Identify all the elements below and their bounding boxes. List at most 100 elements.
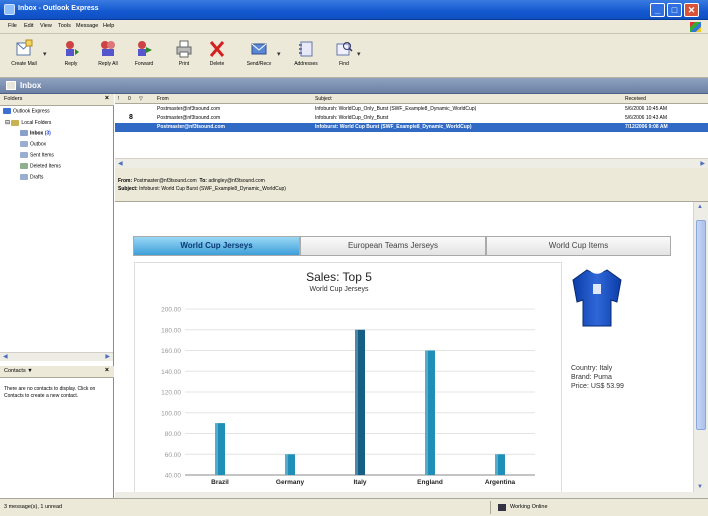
message-subject: Infobursh: WorldCup_Only_Burst (SWF_Exam… [315, 106, 477, 112]
menu-view[interactable]: View [40, 23, 52, 29]
local-folders-icon [11, 119, 20, 126]
create-mail-dropdown-icon[interactable]: ▾ [43, 50, 47, 58]
folder-outbox[interactable]: Outbox [20, 141, 46, 147]
menu-bar: File Edit View Tools Message Help [0, 20, 708, 34]
preview-subject: Infoburst: World Cup Burst (SWF_Example8… [139, 186, 286, 192]
menu-tools[interactable]: Tools [58, 23, 71, 29]
message-subject: Infobursh: WorldCup_Only_Burst [315, 115, 389, 121]
product-price: Price: US$ 53.99 [571, 383, 624, 390]
preview-from-line: From: Postmaster@nf3tsound.com To: ading… [118, 178, 265, 184]
reply-all-button[interactable]: Reply All [92, 36, 124, 76]
scroll-up-icon[interactable]: ▲ [697, 204, 703, 210]
create-mail-icon [16, 39, 33, 56]
folders-header-label: Folders [4, 96, 23, 102]
close-button[interactable]: ✕ [684, 3, 699, 17]
scroll-left-icon[interactable]: ◀ [3, 353, 8, 360]
preview-subject-line: Subject: Infoburst: World Cup Burst (SWF… [118, 186, 286, 192]
tab-european-teams-jerseys[interactable]: European Teams Jerseys [300, 236, 486, 256]
find-button[interactable]: Find [332, 36, 356, 76]
product-brand: Brand: Puma [571, 374, 612, 381]
menu-file[interactable]: File [8, 23, 17, 29]
bar-highlight [495, 454, 498, 475]
message-from: Postmaster@nf3tsound.com [157, 106, 221, 112]
window-title: Inbox - Outlook Express [18, 5, 99, 12]
scroll-right-icon[interactable]: ▶ [700, 160, 705, 167]
contacts-empty-message: There are no contacts to display. Click … [4, 386, 96, 399]
reply-all-icon [101, 41, 115, 56]
folder-outlook-express[interactable]: Outlook Express [3, 108, 50, 114]
message-row[interactable]: 8 Postmaster@nf3tsound.com Infobursh: Wo… [115, 114, 708, 123]
create-mail-button[interactable]: Create Mail [6, 36, 42, 76]
subject-column[interactable]: Subject [315, 96, 332, 102]
attachment-column[interactable]: 0 [128, 96, 131, 102]
inbox-icon [6, 81, 16, 90]
tab-world-cup-items[interactable]: World Cup Items [486, 236, 671, 256]
priority-column[interactable]: ! [118, 96, 119, 102]
close-contacts-icon[interactable]: × [105, 367, 109, 374]
forward-button[interactable]: Forward [128, 36, 160, 76]
windows-logo-icon [690, 22, 701, 32]
sales-chart: Sales: Top 5 World Cup Jerseys 40.00 60.00 8… [134, 262, 562, 502]
y-tick-label: 140.00 [161, 369, 181, 376]
bar-highlight [285, 454, 288, 475]
contacts-header-label[interactable]: Contacts ▼ [4, 368, 33, 374]
jersey-image [572, 269, 622, 327]
message-row-selected[interactable]: Postmaster@nf3tsound.com Infoburst: Worl… [115, 123, 708, 132]
folder-deleted-items[interactable]: Deleted Items [20, 163, 61, 169]
preview-header: From: Postmaster@nf3tsound.com To: ading… [115, 174, 708, 202]
bar-highlight [425, 350, 428, 475]
folder-local-folders[interactable]: ⊟ Local Folders [5, 119, 51, 126]
message-received: 5/6/2006 10:45 AM [625, 106, 667, 112]
preview-vscrollbar[interactable]: ▲ ▼ [693, 202, 708, 492]
message-list-header: ! 0 ▽ From Subject Received [115, 94, 708, 104]
scroll-down-icon[interactable]: ▼ [697, 484, 703, 490]
title-bar: Inbox - Outlook Express _ □ ✕ [0, 0, 708, 20]
scroll-left-icon[interactable]: ◀ [118, 160, 123, 167]
menu-message[interactable]: Message [76, 23, 98, 29]
online-icon [498, 504, 506, 511]
status-message-count: 3 message(s), 1 unread [4, 504, 63, 510]
addresses-button[interactable]: Addresses [288, 36, 324, 76]
menu-edit[interactable]: Edit [24, 23, 33, 29]
delete-button[interactable]: Delete [204, 36, 230, 76]
find-dropdown-icon[interactable]: ▾ [357, 50, 361, 58]
scroll-right-icon[interactable]: ▶ [105, 353, 110, 360]
folder-inbox[interactable]: Inbox (3) [20, 130, 51, 136]
bar-chart-svg: Sales: Top 5 World Cup Jerseys 40.00 60.00 8… [161, 270, 535, 486]
outlook-express-icon [3, 108, 11, 114]
y-tick-label: 180.00 [161, 327, 181, 334]
outlook-express-icon [4, 4, 15, 15]
tab-world-cup-jerseys[interactable]: World Cup Jerseys [133, 236, 300, 256]
address-book-icon [299, 41, 313, 57]
preview-to: adingley@nf3tsound.com [208, 178, 265, 184]
scroll-thumb[interactable] [696, 220, 706, 430]
folders-hscrollbar[interactable]: ◀ ▶ [0, 352, 113, 361]
message-list-hscrollbar[interactable]: ◀ ▶ [115, 158, 708, 168]
status-divider [490, 501, 491, 514]
chart-title: Sales: Top 5 [306, 270, 372, 284]
send-receive-dropdown-icon[interactable]: ▾ [277, 50, 281, 58]
menu-help[interactable]: Help [103, 23, 114, 29]
status-bar: 3 message(s), 1 unread Working Online [0, 498, 708, 516]
folder-drafts[interactable]: Drafts [20, 174, 43, 180]
minimize-button[interactable]: _ [650, 3, 665, 17]
message-body: World Cup Jerseys European Teams Jerseys… [115, 202, 693, 502]
message-from: Postmaster@nf3tsound.com [157, 124, 225, 130]
preview-from: Postmaster@nf3tsound.com [133, 178, 197, 184]
product-country: Country: Italy [571, 365, 613, 372]
x-tick-label: Italy [353, 479, 366, 486]
y-tick-label: 200.00 [161, 307, 181, 314]
folder-sent-items[interactable]: Sent Items [20, 152, 54, 158]
chart-subtitle: World Cup Jerseys [309, 286, 369, 293]
flag-column[interactable]: ▽ [139, 96, 143, 102]
maximize-button[interactable]: □ [667, 3, 682, 17]
send-receive-button[interactable]: Send/Recv [242, 36, 276, 76]
print-button[interactable]: Print [172, 36, 196, 76]
close-folders-icon[interactable]: × [105, 95, 109, 102]
message-row[interactable]: Postmaster@nf3tsound.com Infobursh: Worl… [115, 105, 708, 114]
contacts-header: Contacts ▼ × [0, 366, 114, 378]
from-column[interactable]: From [157, 96, 169, 102]
folder-bar: Inbox [0, 78, 708, 94]
reply-button[interactable]: Reply [56, 36, 86, 76]
received-column[interactable]: Received [625, 96, 646, 102]
